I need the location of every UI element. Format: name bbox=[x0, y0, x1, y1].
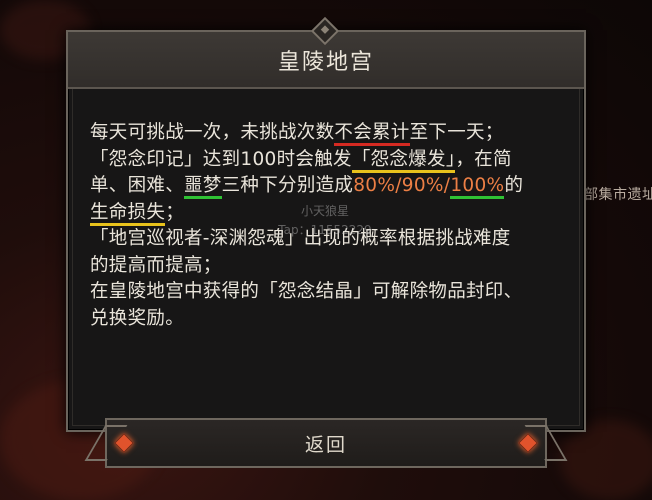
dialog-title: 皇陵地宫 bbox=[277, 49, 374, 75]
description-line: 在皇陵地宫中获得的「怨念结晶」可解除物品封印、 bbox=[90, 279, 570, 306]
text-segment: 的 bbox=[504, 175, 524, 196]
background-location-text: 部集市遗址 bbox=[584, 187, 652, 203]
yellow-underlined-text: 「怨念爆发」 bbox=[351, 148, 456, 173]
description-line: 单、困难、噩梦三种下分别造成80%/90%/100%的 bbox=[90, 173, 570, 200]
text-segment: 每天可挑战一次，未挑战次数 bbox=[90, 122, 335, 143]
text-segment: 单、困难、 bbox=[90, 175, 185, 196]
watermark: 小天狼星 Tap：11552229 bbox=[270, 202, 380, 240]
orange-damage-text: 80%/90%/ bbox=[353, 175, 451, 196]
description-line: 兑换奖励。 bbox=[90, 306, 570, 333]
watermark-tap: Tap：11552229 bbox=[278, 223, 372, 237]
text-segment: 至下一天； bbox=[409, 122, 504, 143]
text-segment: 「怨念印记」达到100时会触发 bbox=[90, 148, 352, 170]
text-segment: 在皇陵地宫中获得的「怨念结晶」可解除物品封印、 bbox=[90, 281, 523, 302]
yellow-underlined-text: 生命损失 bbox=[90, 201, 166, 226]
text-segment: ，在简 bbox=[455, 148, 512, 170]
text-segment: ； bbox=[165, 201, 185, 223]
red-underlined-text: 不会累计 bbox=[334, 122, 410, 146]
description-line: 「怨念印记」达到100时会触发「怨念爆发」，在简 bbox=[90, 147, 570, 174]
return-button-label: 返回 bbox=[304, 433, 347, 456]
description-line: 每天可挑战一次，未挑战次数不会累计至下一天； bbox=[90, 120, 570, 147]
text-segment: 兑换奖励。 bbox=[90, 307, 185, 329]
description-line: 的提高而提高； bbox=[90, 253, 570, 280]
text-segment: 的提高而提高； bbox=[90, 254, 222, 276]
return-button[interactable]: 返回 bbox=[84, 418, 568, 468]
green-underlined-text: 噩梦 bbox=[184, 175, 222, 199]
background-glow bbox=[560, 420, 652, 500]
watermark-name: 小天狼星 bbox=[300, 204, 349, 218]
orange-damage-text-underlined: 100% bbox=[450, 175, 505, 199]
text-segment: 三种下分别造成 bbox=[221, 175, 354, 196]
